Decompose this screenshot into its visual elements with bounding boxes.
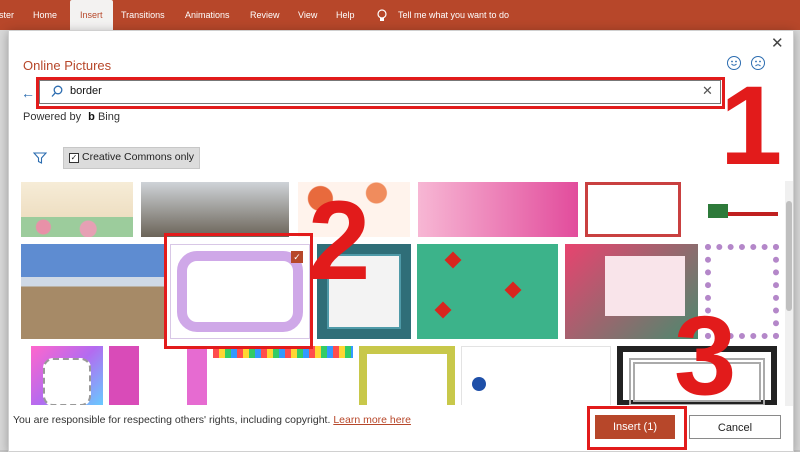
filter-icon[interactable] — [32, 151, 48, 169]
creative-commons-label: Creative Commons only — [82, 151, 195, 163]
image-thumbnail[interactable] — [109, 346, 207, 405]
dialog-title: Online Pictures — [23, 58, 112, 73]
tab-review[interactable]: Review — [250, 0, 280, 30]
tell-me-box[interactable]: Tell me what you want to do — [398, 0, 509, 30]
gallery-scrollbar[interactable] — [785, 181, 793, 406]
image-thumbnail[interactable] — [359, 346, 455, 405]
image-thumbnail[interactable] — [585, 182, 681, 237]
tab-animations[interactable]: Animations — [185, 0, 230, 30]
tab-transitions[interactable]: Transitions — [121, 0, 165, 30]
annotation-box-selected-image — [164, 233, 313, 349]
image-thumbnail[interactable] — [141, 182, 289, 237]
creative-commons-filter[interactable]: ✓ Creative Commons only — [63, 147, 200, 169]
image-thumbnail[interactable] — [417, 244, 558, 339]
copyright-notice: You are responsible for respecting other… — [13, 414, 331, 426]
annotation-number-1: 1 — [720, 63, 783, 188]
tab-home[interactable]: Home — [33, 0, 57, 30]
image-thumbnail[interactable] — [21, 182, 133, 237]
image-thumbnail[interactable] — [31, 346, 103, 405]
tab-insert[interactable]: Insert — [70, 0, 113, 30]
image-thumbnail[interactable] — [461, 346, 611, 405]
image-thumbnail[interactable] — [21, 244, 164, 339]
lightbulb-icon — [376, 0, 388, 30]
footer-text: You are responsible for respecting other… — [13, 414, 411, 426]
learn-more-link[interactable]: Learn more here — [333, 414, 411, 426]
cancel-button[interactable]: Cancel — [689, 415, 781, 439]
tab-help[interactable]: Help — [336, 0, 355, 30]
tab-poster[interactable]: ster — [0, 0, 14, 30]
bing-label: Bing — [97, 111, 120, 123]
powered-by-label: Powered by — [23, 111, 82, 123]
scrollbar-thumb[interactable] — [786, 201, 792, 311]
checkbox-checked-icon[interactable]: ✓ — [69, 153, 79, 163]
close-icon[interactable]: ✕ — [771, 34, 784, 52]
annotation-number-2: 2 — [308, 178, 371, 303]
tab-view[interactable]: View — [298, 0, 317, 30]
annotation-box-search — [36, 77, 725, 109]
annotation-number-3: 3 — [674, 293, 737, 418]
insert-button[interactable]: Insert (1) — [595, 415, 675, 439]
image-thumbnail[interactable] — [213, 346, 353, 405]
bing-logo-icon: b — [88, 111, 95, 123]
ribbon: ster Home Insert Transitions Animations … — [0, 0, 800, 30]
image-thumbnail[interactable] — [688, 182, 778, 237]
powered-by: Powered by b Bing — [23, 111, 120, 123]
back-arrow-icon[interactable]: ← — [21, 85, 35, 101]
image-thumbnail[interactable] — [418, 182, 578, 237]
